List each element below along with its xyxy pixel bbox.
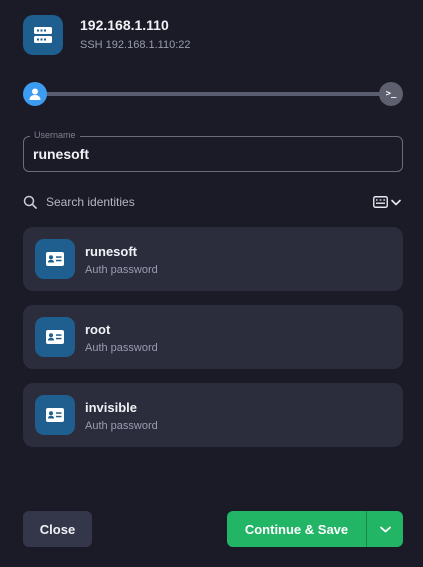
identity-auth: Auth password [85, 264, 158, 276]
identity-auth: Auth password [85, 342, 158, 354]
close-button[interactable]: Close [23, 511, 92, 547]
chevron-down-icon [379, 526, 391, 532]
continue-save-split-button: Continue & Save [227, 511, 403, 547]
host-subtitle: SSH 192.168.1.110:22 [80, 39, 191, 51]
ssh-connect-panel: 192.168.1.110 SSH 192.168.1.110:22 >_ Us… [0, 0, 423, 567]
identity-name: invisible [85, 400, 138, 415]
user-step-icon [23, 82, 47, 106]
server-icon [23, 15, 63, 55]
id-card-icon [35, 239, 75, 279]
identity-auth: Auth password [85, 420, 158, 432]
search-icon [23, 195, 37, 209]
username-input[interactable] [33, 137, 393, 171]
identity-card[interactable]: invisible Auth password [23, 383, 403, 447]
progress-track [35, 92, 390, 96]
keyboard-icon [373, 196, 388, 208]
identity-name: runesoft [85, 244, 137, 259]
host-title: 192.168.1.110 [80, 17, 169, 33]
username-field: Username [23, 130, 403, 172]
id-card-icon [35, 395, 75, 435]
continue-save-button[interactable]: Continue & Save [227, 511, 366, 547]
chevron-down-icon [391, 199, 401, 205]
terminal-step-icon: >_ [379, 82, 403, 106]
keyboard-dropdown-button[interactable] [373, 194, 405, 210]
identity-card[interactable]: runesoft Auth password [23, 227, 403, 291]
search-identities-input[interactable] [46, 193, 286, 211]
identity-name: root [85, 322, 111, 337]
identity-card[interactable]: root Auth password [23, 305, 403, 369]
continue-options-button[interactable] [367, 511, 403, 547]
terminal-glyph: >_ [385, 89, 397, 99]
id-card-icon [35, 317, 75, 357]
